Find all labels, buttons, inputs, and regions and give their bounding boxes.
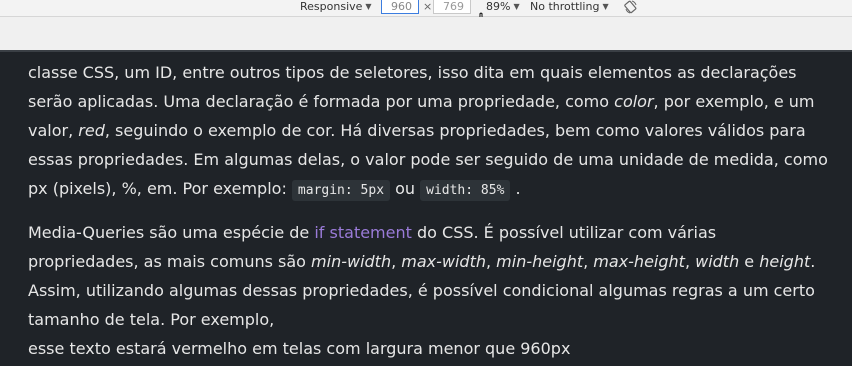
- paragraph-media-queries: Media-Queries são uma espécie de if stat…: [28, 218, 828, 363]
- code-width: width: 85%: [420, 180, 511, 201]
- chevron-down-icon: ▼: [602, 2, 609, 11]
- width-input[interactable]: [381, 0, 419, 14]
- text-segment: ,: [583, 252, 594, 271]
- text-segment: Media-Queries são uma espécie de: [28, 223, 315, 242]
- viewport-gutter: [0, 17, 852, 50]
- text-segment: ,: [684, 252, 696, 271]
- emphasis-height: height: [759, 252, 811, 271]
- if-statement-link[interactable]: if statement: [314, 223, 412, 242]
- emphasis-width: width: [695, 252, 740, 271]
- emphasis-color: color: [614, 92, 654, 111]
- code-margin: margin: 5px: [291, 180, 391, 201]
- emphasis-min-width: min-width: [311, 252, 392, 271]
- throttling-select-label: No throttling: [530, 0, 600, 13]
- article-content: classe CSS, um ID, entre outros tipos de…: [28, 58, 828, 363]
- text-segment: ,: [391, 252, 402, 271]
- chevron-down-icon: ▼: [513, 2, 520, 11]
- devtools-device-toolbar: Responsive▼ × 89%▼ No throttling▼: [0, 0, 852, 17]
- page-viewport: classe CSS, um ID, entre outros tipos de…: [0, 50, 852, 366]
- height-input[interactable]: [433, 0, 471, 14]
- emphasis-max-width: max-width: [401, 252, 486, 271]
- throttling-select[interactable]: No throttling ▼: [530, 0, 609, 16]
- emphasis-red: red: [78, 121, 105, 140]
- media-query-demo-text: esse texto estará vermelho em telas com …: [28, 339, 571, 358]
- text-segment: e: [739, 252, 760, 271]
- text-segment: .: [510, 179, 521, 198]
- rotate-icon[interactable]: [624, 0, 638, 14]
- text-segment: ,: [486, 252, 497, 271]
- chevron-down-icon: ▼: [365, 2, 372, 11]
- emphasis-min-height: min-height: [496, 252, 584, 271]
- device-select-label: Responsive: [300, 0, 363, 13]
- device-select[interactable]: Responsive ▼: [300, 0, 372, 16]
- dimension-separator: ×: [423, 0, 433, 13]
- text-segment: ou: [390, 179, 421, 198]
- paragraph-css-declarations: classe CSS, um ID, entre outros tipos de…: [28, 58, 828, 205]
- emphasis-max-height: max-height: [593, 252, 685, 271]
